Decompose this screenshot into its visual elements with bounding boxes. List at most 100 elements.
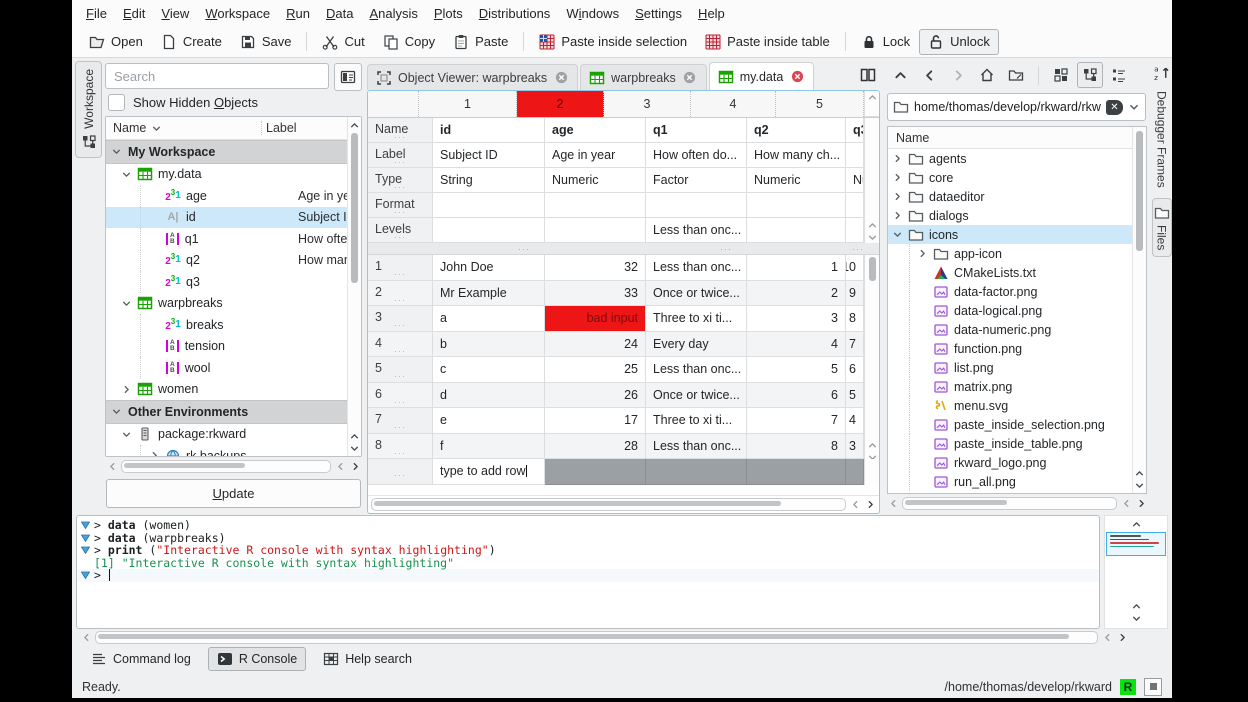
file-item-function.png[interactable]: function.png (888, 339, 1132, 358)
file-item-run_all.png[interactable]: run_all.png (888, 472, 1132, 491)
workspace-item-id[interactable]: A|id Subject ID (106, 207, 347, 229)
expander-closed-icon[interactable] (918, 249, 928, 258)
files-home-button[interactable] (974, 62, 1000, 88)
meta-cell[interactable]: Age in year (545, 143, 646, 168)
expander-closed-icon[interactable] (893, 192, 903, 201)
table-cell[interactable]: John Doe (433, 255, 545, 281)
meta-row-header[interactable]: Name··· (368, 118, 433, 143)
expander-open-icon[interactable] (122, 430, 132, 439)
meta-cell[interactable]: q1 (646, 118, 747, 143)
tree-section-my-workspace[interactable]: My Workspace (106, 140, 347, 164)
menu-view[interactable]: View (153, 3, 197, 24)
file-item-core[interactable]: core (888, 168, 1132, 187)
toolbar-button-copy[interactable]: Copy (374, 29, 444, 55)
menu-plots[interactable]: Plots (426, 3, 471, 24)
menu-file[interactable]: File (78, 3, 115, 24)
chevron-down-icon[interactable] (1128, 99, 1140, 115)
table-cell[interactable]: 2 (747, 281, 846, 307)
table-hscrollbar[interactable] (368, 495, 879, 513)
row-header-6[interactable]: 6··· (368, 383, 433, 409)
table-cell[interactable]: e (433, 408, 545, 434)
meta-cell[interactable]: How many ch... (747, 143, 846, 168)
meta-row-header[interactable]: Type··· (368, 168, 433, 193)
menu-run[interactable]: Run (278, 3, 318, 24)
table-cell[interactable]: 6 (846, 357, 864, 383)
workspace-tree-vscrollbar[interactable] (347, 117, 361, 456)
meta-cell[interactable]: How often do... (646, 143, 747, 168)
table-cell[interactable]: 32 (545, 255, 646, 281)
workspace-item-my.data[interactable]: my.data (106, 164, 347, 186)
search-input[interactable] (105, 63, 329, 89)
meta-cell[interactable] (747, 218, 846, 243)
column-header-3[interactable]: 3 (604, 91, 691, 117)
table-cell[interactable]: Every day (646, 332, 747, 358)
expander-closed-icon[interactable] (893, 173, 903, 182)
menu-workspace[interactable]: Workspace (197, 3, 278, 24)
table-cell[interactable]: Once or twice... (646, 281, 747, 307)
menu-distributions[interactable]: Distributions (471, 3, 559, 24)
files-details-view-button[interactable] (1106, 62, 1132, 88)
expander-open-icon[interactable] (893, 230, 903, 239)
meta-cell[interactable]: Numeric (747, 168, 846, 193)
table-cell[interactable]: 8 (846, 306, 864, 332)
menu-data[interactable]: Data (318, 3, 361, 24)
split-view-button[interactable] (856, 65, 880, 88)
row-header-5[interactable]: 5··· (368, 357, 433, 383)
file-item-data-numeric.png[interactable]: data-numeric.png (888, 320, 1132, 339)
toolbar-button-paste-inside-selection[interactable]: Paste inside selection (530, 29, 696, 55)
update-button[interactable]: Update (106, 479, 361, 508)
meta-cell[interactable] (846, 218, 864, 243)
table-cell[interactable]: 5 (846, 383, 864, 409)
meta-cell[interactable]: String (433, 168, 545, 193)
workspace-item-rk.backups[interactable]: rk.backups (106, 445, 347, 456)
expander-open-icon[interactable] (112, 147, 122, 156)
workspace-tree-hscrollbar[interactable] (106, 460, 361, 473)
file-tree-hscrollbar[interactable] (887, 497, 1147, 510)
table-cell[interactable]: 8 (747, 434, 846, 460)
table-cell[interactable]: Less than onc... (646, 434, 747, 460)
menu-help[interactable]: Help (690, 3, 733, 24)
files-go-back-button[interactable] (916, 62, 942, 88)
table-cell[interactable]: 10 (846, 255, 864, 281)
workspace-item-women[interactable]: women (106, 379, 347, 401)
table-cell[interactable]: 9 (846, 281, 864, 307)
meta-cell[interactable]: age (545, 118, 646, 143)
file-item-icons[interactable]: icons (888, 225, 1132, 244)
menu-analysis[interactable]: Analysis (361, 3, 425, 24)
sort-az-icon[interactable]: az (1153, 63, 1171, 81)
expander-closed-icon[interactable] (122, 385, 132, 394)
document-tab-warpbreaks[interactable]: warpbreaks (580, 64, 707, 90)
console-hscrollbar[interactable] (80, 630, 1128, 645)
files-go-up-button[interactable] (887, 62, 913, 88)
files-dock-tab[interactable]: Files (1152, 198, 1172, 257)
toolbar-button-save[interactable]: Save (231, 29, 301, 55)
table-cell[interactable]: 5 (747, 357, 846, 383)
expander-open-icon[interactable] (112, 407, 122, 416)
meta-cell[interactable] (545, 218, 646, 243)
meta-cell[interactable]: q2 (747, 118, 846, 143)
add-row-edit-cell[interactable]: type to add row (433, 459, 545, 485)
row-header-1[interactable]: 1··· (368, 255, 433, 281)
path-combobox[interactable]: home/thomas/develop/rkward/rkward/ ✕ (887, 93, 1146, 121)
table-cell[interactable]: 1 (747, 255, 846, 281)
file-item-paste_inside_selection.png[interactable]: paste_inside_selection.png (888, 415, 1132, 434)
file-item-CMakeLists.txt[interactable]: CMakeLists.txt (888, 263, 1132, 282)
meta-cell[interactable]: Subject ID (433, 143, 545, 168)
table-cell[interactable]: 3 (846, 434, 864, 460)
meta-cell[interactable] (433, 193, 545, 218)
table-cell[interactable]: c (433, 357, 545, 383)
tree-section-other-environments[interactable]: Other Environments (106, 400, 347, 424)
meta-cell[interactable] (646, 193, 747, 218)
meta-row-header[interactable]: Format··· (368, 193, 433, 218)
file-item-dataeditor[interactable]: dataeditor (888, 187, 1132, 206)
files-name-column-header[interactable]: Name (888, 127, 1132, 149)
row-header-4[interactable]: 4··· (368, 332, 433, 358)
table-cell[interactable]: bad input (545, 306, 646, 332)
r-console-view[interactable]: > data (women) > data (warpbreaks) > pri… (76, 515, 1100, 629)
files-open-dir-button[interactable] (1003, 62, 1029, 88)
meta-cell[interactable] (846, 193, 864, 218)
file-item-rkward_logo.png[interactable]: rkward_logo.png (888, 453, 1132, 472)
workspace-item-wool[interactable]: ABwool (106, 357, 347, 379)
table-cell[interactable]: 25 (545, 357, 646, 383)
document-tab-object-viewer-warpbreaks[interactable]: Object Viewer: warpbreaks (367, 64, 578, 90)
